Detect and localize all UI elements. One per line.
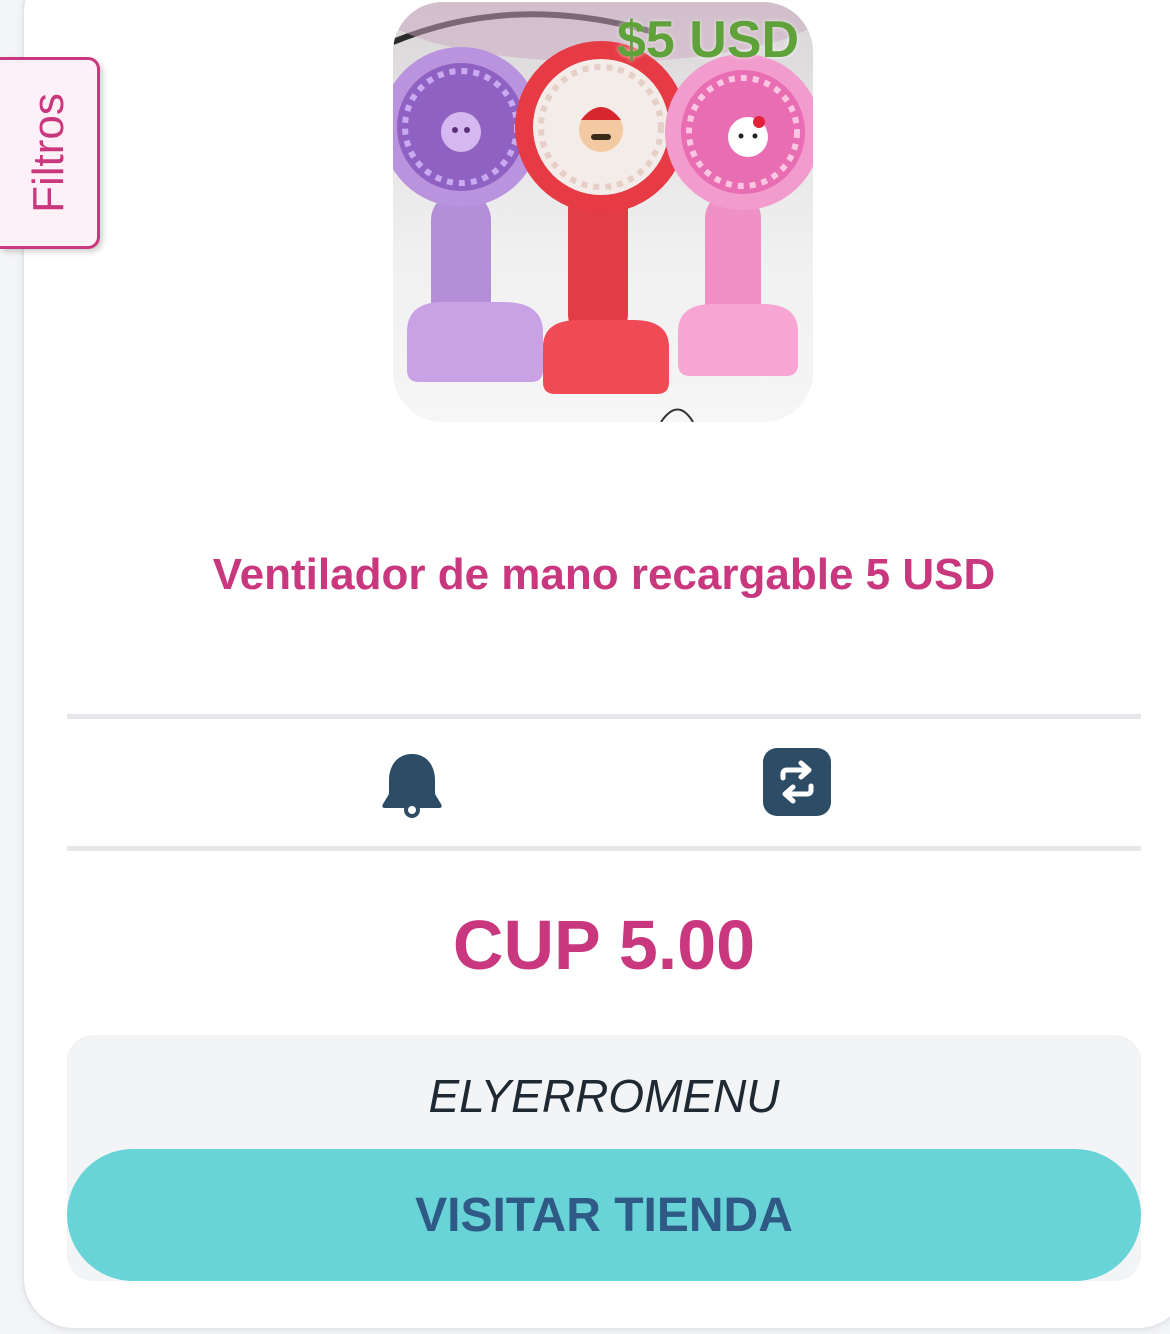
bell-icon <box>382 754 442 818</box>
swap-button[interactable] <box>762 747 832 817</box>
product-image[interactable]: $5 USD <box>393 2 813 422</box>
filters-tab[interactable]: Filtros <box>0 57 100 249</box>
filters-tab-label: Filtros <box>23 93 73 213</box>
store-name: ELYERROMENU <box>428 1070 780 1122</box>
product-title: Ventilador de mano recargable 5 USD <box>212 550 996 599</box>
price-overlay: $5 USD <box>616 11 799 69</box>
product-price: CUP 5.00 <box>452 906 756 984</box>
store-section: ELYERROMENU VISITAR TIENDA <box>67 1035 1141 1281</box>
divider-top <box>67 714 1141 719</box>
notify-button[interactable] <box>377 750 447 820</box>
visit-store-button[interactable]: VISITAR TIENDA <box>67 1149 1141 1281</box>
repeat-icon <box>763 748 831 816</box>
divider-bottom <box>67 846 1141 851</box>
